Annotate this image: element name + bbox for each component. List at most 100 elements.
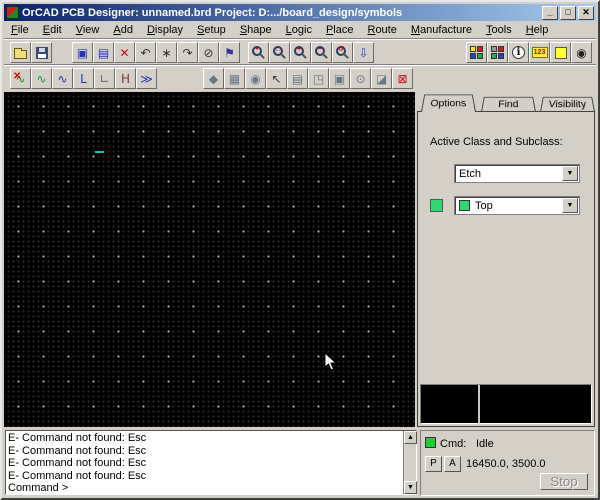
icon-art: ◉ [250, 73, 260, 85]
zoom-rect-button[interactable]: □ [269, 42, 290, 63]
menu-add[interactable]: Add [106, 23, 140, 37]
menu-setup[interactable]: Setup [190, 23, 233, 37]
origin-marker [95, 151, 104, 153]
shadow-toggle-button[interactable]: ◉ [571, 42, 592, 63]
tab-find[interactable]: Find [481, 97, 536, 112]
active-class-label: Active Class and Subclass: [430, 136, 563, 148]
select-shape-button[interactable]: ↖ [266, 68, 287, 89]
pin-button[interactable]: ⚑ [219, 42, 240, 63]
icon-art: i [512, 46, 525, 59]
icon-art: ▦ [229, 73, 240, 85]
add-connect-button[interactable]: L [73, 68, 94, 89]
slide-button[interactable]: ∿ [52, 68, 73, 89]
menu-shape[interactable]: Shape [233, 23, 279, 37]
class-dropdown[interactable]: Etch ▼ [454, 164, 580, 183]
icon-art: − [314, 45, 329, 60]
view-preview-strip [420, 384, 592, 424]
rats-all-button[interactable]: ∿ [31, 68, 52, 89]
unfix-button[interactable]: ⊘ [198, 42, 219, 63]
move-button[interactable]: ▣ [72, 42, 93, 63]
maximize-button[interactable]: □ [560, 6, 576, 20]
undo-button[interactable]: ↶ [135, 42, 156, 63]
icon-art: □ [272, 45, 287, 60]
mouse-cursor-icon [324, 352, 337, 372]
void-rect-button[interactable]: ▣ [329, 68, 350, 89]
color-priority-button[interactable] [487, 42, 508, 63]
zoom-previous-button[interactable]: ↺ [332, 42, 353, 63]
zoom-out-button[interactable]: − [311, 42, 332, 63]
close-button[interactable]: ✕ [578, 6, 594, 20]
info-button[interactable]: i [508, 42, 529, 63]
stop-button[interactable]: Stop [540, 473, 588, 490]
vertex-button[interactable]: H [115, 68, 136, 89]
icon-art [555, 47, 567, 59]
menu-display[interactable]: Display [140, 23, 190, 37]
icon-art: ⊠ [397, 73, 407, 85]
subclass-dropdown[interactable]: Top ▼ [454, 196, 580, 215]
menu-view[interactable]: View [69, 23, 107, 37]
scroll-up-icon[interactable]: ▲ [404, 431, 417, 444]
custom-smooth-button[interactable]: ∟ [94, 68, 115, 89]
save-button[interactable] [31, 42, 52, 63]
fix-button[interactable]: ∗ [156, 42, 177, 63]
icon-art: ⚑ [224, 47, 235, 59]
shape-rect-button[interactable]: ▦ [224, 68, 245, 89]
icon-art: ↷ [182, 47, 192, 59]
void-poly-button[interactable]: ◪ [371, 68, 392, 89]
scroll-down-icon[interactable]: ▼ [404, 481, 417, 494]
void-circle-button[interactable]: ⊙ [350, 68, 371, 89]
icon-art: ↶ [140, 47, 150, 59]
chevron-down-icon[interactable]: ▼ [562, 198, 578, 213]
delete-button[interactable]: ✕ [114, 42, 135, 63]
route-group: ∿✕∿∿L∟H≫ [10, 68, 157, 89]
shape-edit-button[interactable]: ▤ [287, 68, 308, 89]
color-palette-button[interactable] [466, 42, 487, 63]
menu-edit[interactable]: Edit [36, 23, 69, 37]
measure-button[interactable]: 123 [529, 42, 550, 63]
zoom-points-button[interactable]: • [248, 42, 269, 63]
icon-art: H [121, 73, 130, 85]
chevron-down-icon[interactable]: ▼ [562, 166, 578, 181]
menu-file[interactable]: File [4, 23, 36, 37]
console-line: Command > [8, 482, 402, 493]
next-button[interactable]: ≫ [136, 68, 157, 89]
console-scrollbar[interactable]: ▲ ▼ [403, 431, 416, 494]
minimize-button[interactable]: _ [542, 6, 558, 20]
edit-group: ▣▤✕ ↶ ∗ ↷ ⊘ ⚑ [72, 42, 240, 63]
pick-button[interactable]: P [425, 456, 442, 472]
redo-button[interactable]: ↷ [177, 42, 198, 63]
menu-place[interactable]: Place [319, 23, 361, 37]
menu-manufacture[interactable]: Manufacture [404, 23, 479, 37]
shape-polygon-button[interactable]: ◆ [203, 68, 224, 89]
subclass-color-swatch[interactable] [430, 199, 443, 212]
zoom-in-button[interactable]: + [290, 42, 311, 63]
unrats-all-button[interactable]: ∿✕ [10, 68, 31, 89]
highlight-button[interactable] [550, 42, 571, 63]
preview-pane-right[interactable] [480, 385, 591, 423]
console-line: E- Command not found: Esc [8, 470, 402, 483]
app-icon [6, 6, 19, 19]
shape-circle-button[interactable]: ◉ [245, 68, 266, 89]
console-lines: E- Command not found: EscE- Command not … [8, 432, 402, 493]
waive-drc-button[interactable]: ⇩ [353, 42, 374, 63]
delete-void-button[interactable]: ⊠ [392, 68, 413, 89]
application-mode-button[interactable]: A [444, 456, 461, 472]
icon-art: ≫ [140, 73, 153, 85]
command-console[interactable]: E- Command not found: EscE- Command not … [5, 430, 417, 495]
design-canvas[interactable] [4, 92, 415, 427]
class-dropdown-value: Etch [459, 168, 481, 180]
menu-tools[interactable]: Tools [479, 23, 519, 37]
tab-options[interactable]: Options [421, 95, 476, 112]
open-file-button[interactable] [10, 42, 31, 63]
icon-art: ◪ [376, 73, 387, 85]
tab-visibility[interactable]: Visibility [540, 97, 595, 112]
toolbar-row2: ∿✕∿∿L∟H≫◆▦◉↖▤◳▣⊙◪⊠ [4, 65, 596, 91]
shape-chamfer-button[interactable]: ◳ [308, 68, 329, 89]
preview-pane-left[interactable] [421, 385, 478, 423]
cursor-coordinates: 16450.0, 3500.0 [466, 458, 546, 470]
menu-help[interactable]: Help [519, 23, 556, 37]
menu-logic[interactable]: Logic [279, 23, 319, 37]
icon-art: ↖ [271, 73, 281, 85]
copy-button[interactable]: ▤ [93, 42, 114, 63]
menu-route[interactable]: Route [360, 23, 403, 37]
